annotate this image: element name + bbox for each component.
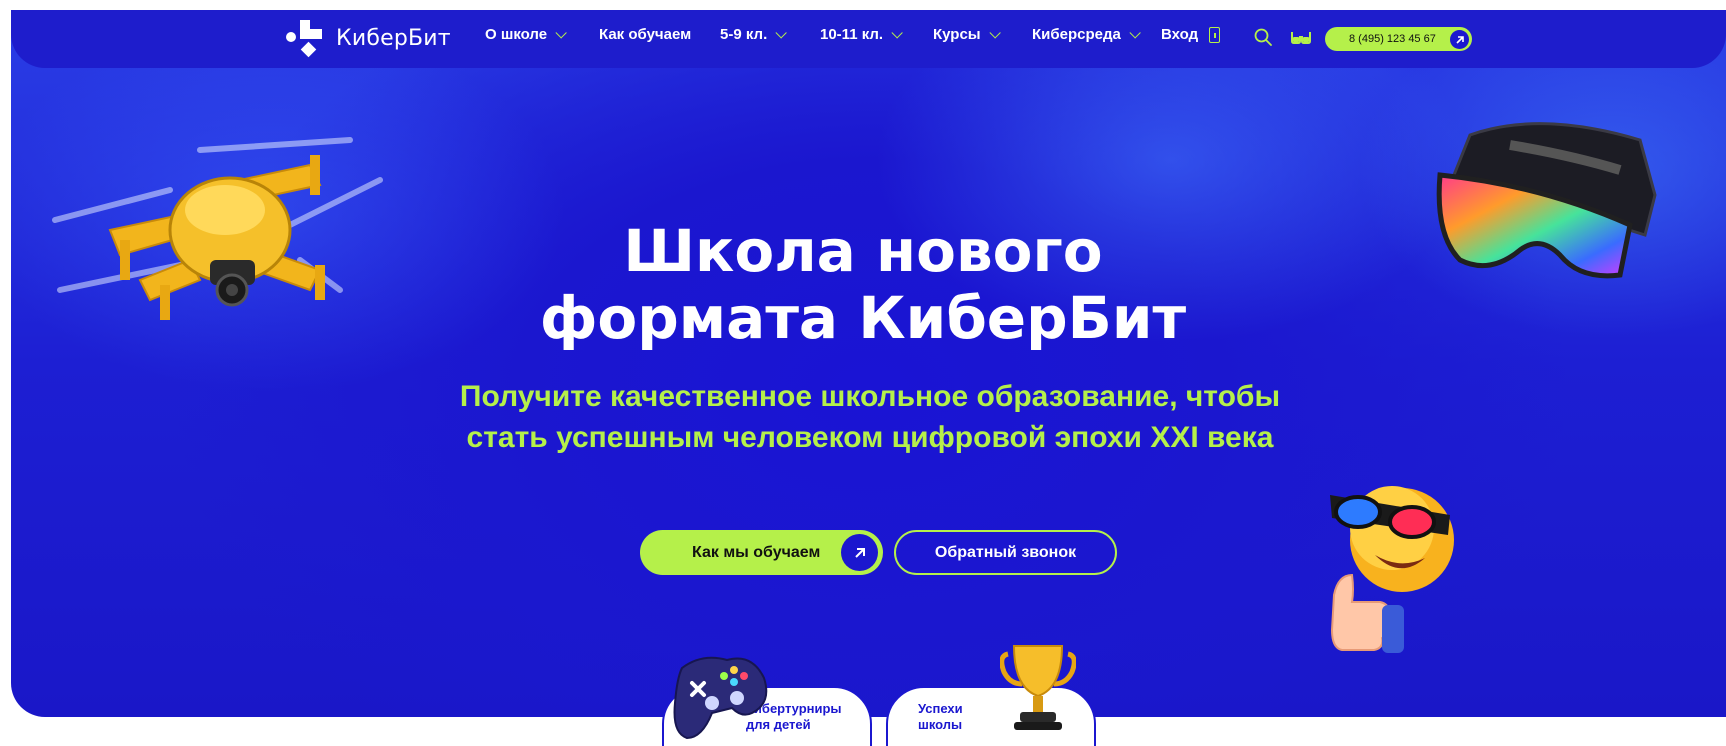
nav-item-about[interactable]: О школе — [485, 26, 567, 43]
login-icon — [1209, 26, 1221, 43]
logo[interactable]: КиберБит — [286, 18, 451, 58]
arrow-up-right-icon — [841, 534, 878, 571]
hero-subtitle-line2: стать успешным человеком цифровой эпохи … — [466, 421, 1274, 454]
callback-label: Обратный звонок — [934, 543, 1077, 561]
logo-icon — [286, 17, 326, 59]
hero-title: Школа нового формата КиберБит — [0, 218, 1726, 352]
search-icon[interactable] — [1254, 28, 1272, 46]
hero-title-line2: формата КиберБит — [539, 284, 1187, 352]
nav-item-how-we-teach[interactable]: Как обучаем — [599, 26, 691, 43]
nav-item-label: 5-9 кл. — [720, 26, 768, 43]
hero-subtitle: Получите качественное школьное образован… — [0, 376, 1726, 458]
page: КиберБит О школе Как обучаем 5-9 кл. 10-… — [0, 0, 1726, 746]
nav-item-label: О школе — [485, 26, 548, 43]
nav-item-label: Курсы — [933, 26, 981, 43]
gamepad-icon — [673, 656, 768, 740]
trophy-icon — [1000, 645, 1076, 730]
how-we-teach-label: Как мы обучаем — [692, 543, 821, 561]
nav-item-grades-5-9[interactable]: 5-9 кл. — [720, 26, 788, 43]
nav-item-label: Как обучаем — [599, 26, 692, 43]
card-line: Успехи — [918, 701, 963, 716]
phone-number: 8 (495) 123 45 67 — [1349, 33, 1436, 45]
nav-item-courses[interactable]: Курсы — [933, 26, 1001, 43]
card-line: школы — [918, 717, 963, 732]
login-link[interactable]: Вход — [1161, 26, 1221, 43]
phone-button[interactable]: 8 (495) 123 45 67 — [1325, 27, 1472, 51]
glasses-icon[interactable] — [1290, 28, 1312, 46]
nav-item-label: 10-11 кл. — [820, 26, 884, 43]
how-we-teach-button[interactable]: Как мы обучаем — [640, 530, 883, 575]
hero-title-line1: Школа нового — [623, 217, 1103, 285]
nav-item-cyber-environment[interactable]: Киберсреда — [1032, 26, 1141, 43]
card-school-success-text: Успехи школы — [918, 701, 963, 733]
arrow-up-right-icon — [1450, 30, 1469, 49]
callback-button[interactable]: Обратный звонок — [894, 530, 1117, 575]
login-label: Вход — [1161, 26, 1199, 43]
hero-subtitle-line1: Получите качественное школьное образован… — [459, 380, 1281, 413]
nav-item-label: Киберсреда — [1032, 26, 1121, 43]
logo-text: КиберБит — [336, 25, 451, 51]
nav-item-grades-10-11[interactable]: 10-11 кл. — [820, 26, 903, 43]
emoji-3d-glasses-image — [1330, 486, 1454, 653]
